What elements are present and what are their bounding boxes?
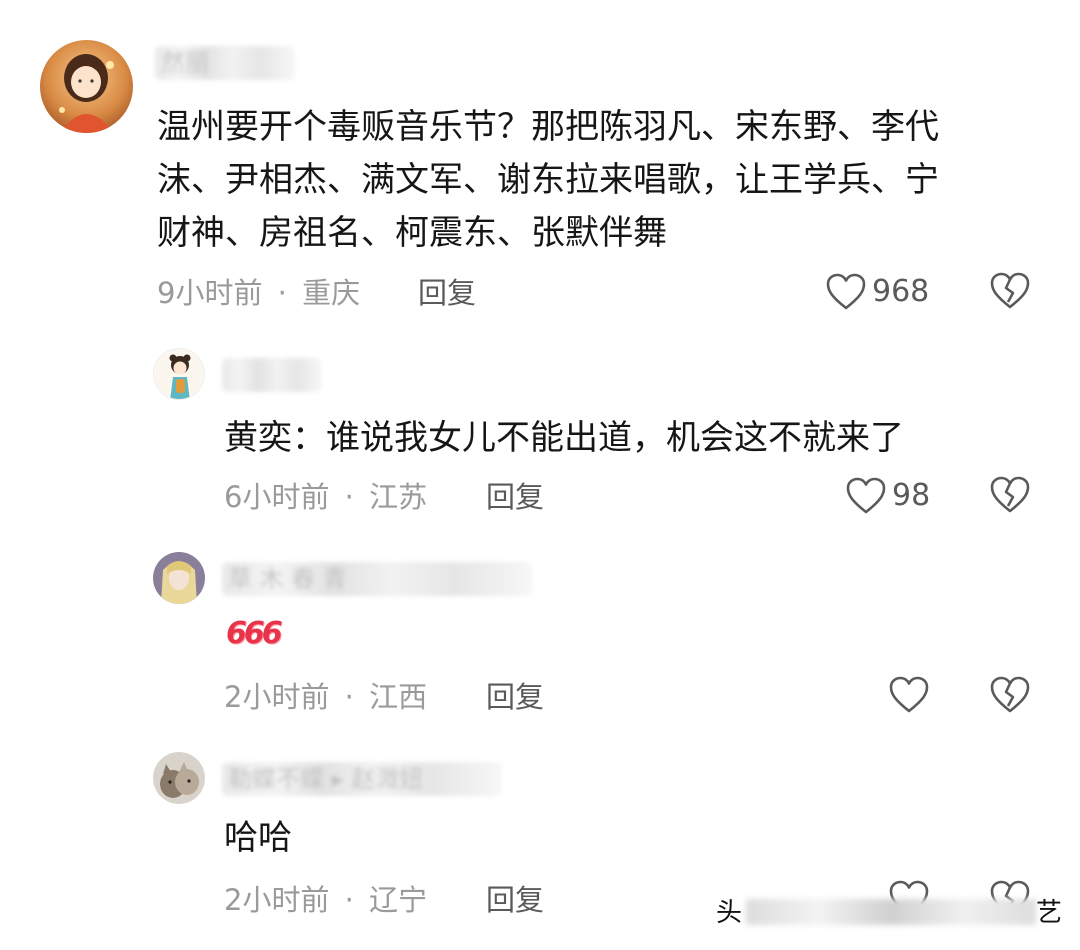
timestamp: 2小时前	[224, 883, 330, 917]
broken-heart-icon	[990, 272, 1030, 309]
broken-heart-icon	[990, 476, 1030, 513]
avatar[interactable]	[40, 40, 133, 133]
comment-meta: 2小时前 · 江西	[224, 677, 427, 717]
username-blurred[interactable]	[222, 358, 322, 392]
comment-meta: 9小时前 · 重庆	[157, 273, 360, 313]
comment-text-line: 财神、房祖名、柯震东、张默伴舞	[157, 213, 667, 253]
comment-meta: 2小时前 · 辽宁	[224, 880, 427, 920]
location: 重庆	[302, 276, 361, 310]
heart-outline-icon	[889, 676, 929, 713]
reply-button[interactable]: 回复	[418, 273, 476, 313]
avatar[interactable]	[153, 348, 205, 400]
heart-outline-icon	[826, 273, 866, 310]
watermark-text-right: 艺	[1036, 898, 1063, 928]
watermark: 头 艺	[716, 893, 1062, 933]
like-button[interactable]: 98	[846, 476, 930, 516]
comment-text-line: 温州要开个毒贩音乐节？那把陈羽凡、宋东野、李代	[157, 107, 939, 147]
comment-meta: 6小时前 · 江苏	[224, 477, 427, 517]
location: 江苏	[369, 480, 428, 514]
avatar[interactable]	[153, 552, 205, 604]
comment-text: 黄奕：谁说我女儿不能出道，机会这不就来了	[224, 418, 904, 458]
reply-button[interactable]: 回复	[486, 677, 544, 717]
broken-heart-icon	[990, 676, 1030, 713]
like-count: 98	[892, 478, 931, 513]
like-count: 968	[872, 274, 930, 309]
location: 江西	[369, 680, 428, 714]
comment-text: 哈哈	[224, 818, 292, 858]
emoji-666: 666	[226, 616, 283, 651]
separator: ·	[344, 680, 354, 714]
separator: ·	[277, 276, 287, 310]
dislike-button[interactable]	[990, 476, 1030, 518]
timestamp: 6小时前	[224, 480, 330, 514]
watermark-blur	[746, 899, 1036, 925]
username-blurred[interactable]: 然丽	[155, 46, 295, 80]
like-button[interactable]	[889, 676, 929, 714]
heart-outline-icon	[846, 477, 886, 514]
dislike-button[interactable]	[990, 272, 1030, 314]
reply-button[interactable]: 回复	[486, 880, 544, 920]
separator: ·	[344, 883, 354, 917]
watermark-text-left: 头	[716, 898, 743, 928]
comment-text: 温州要开个毒贩音乐节？那把陈羽凡、宋东野、李代 沫、尹相杰、满文军、谢东拉来唱歌…	[157, 101, 1047, 260]
location: 辽宁	[369, 883, 428, 917]
username-blurred[interactable]: 草 木 春 青	[222, 562, 532, 596]
avatar[interactable]	[153, 752, 205, 804]
timestamp: 9小时前	[157, 276, 263, 310]
dislike-button[interactable]	[990, 676, 1030, 718]
reply-button[interactable]: 回复	[486, 477, 544, 517]
timestamp: 2小时前	[224, 680, 330, 714]
like-button[interactable]: 968	[826, 272, 929, 312]
separator: ·	[344, 480, 354, 514]
comment-text-line: 沫、尹相杰、满文军、谢东拉来唱歌，让王学兵、宁	[157, 160, 939, 200]
username-blurred[interactable]: 勒蝶不蝶 ▸ 赵溦妞	[222, 762, 502, 796]
